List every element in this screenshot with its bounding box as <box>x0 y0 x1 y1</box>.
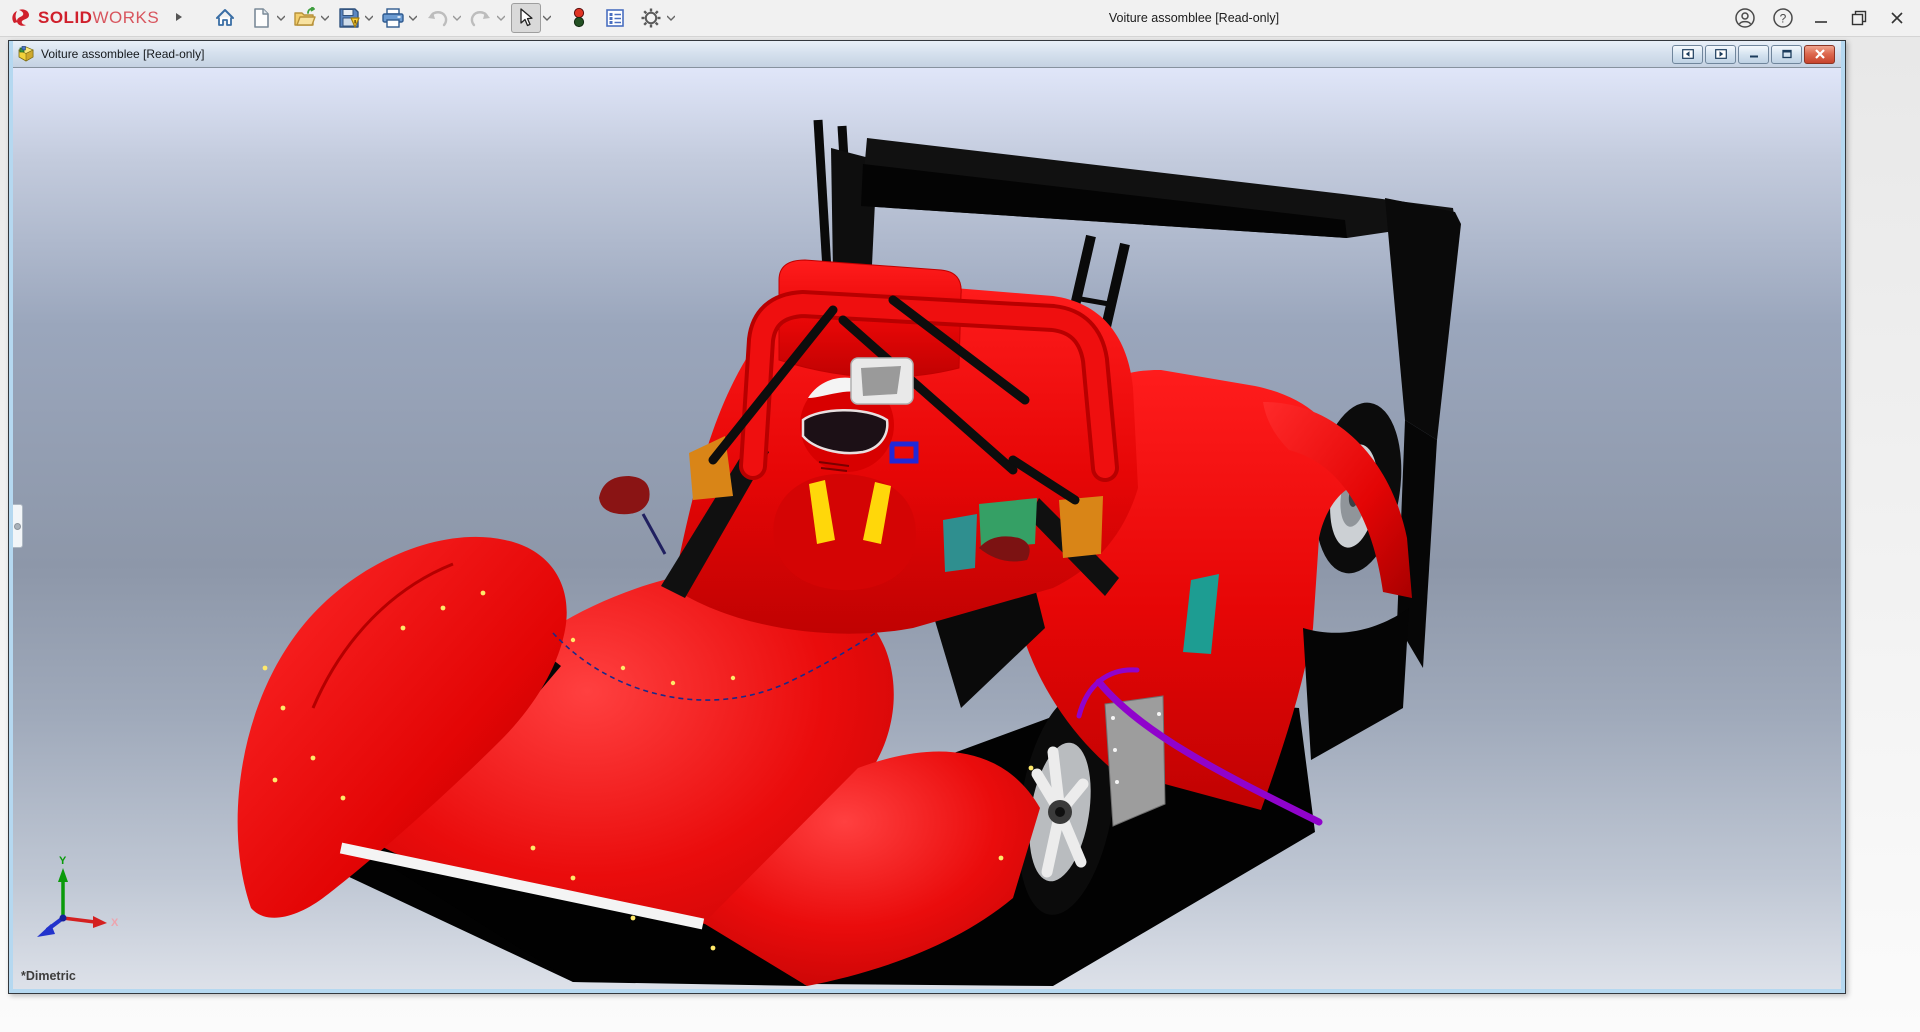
open-folder-icon <box>293 7 317 29</box>
select-cursor-icon <box>517 8 535 28</box>
help-circle-icon: ? <box>1772 7 1794 29</box>
pane-expand-right-button[interactable] <box>1705 45 1736 64</box>
close-icon <box>1814 49 1826 59</box>
triad-y-label: Y <box>59 855 67 867</box>
driver-torso <box>773 474 916 590</box>
print-button[interactable] <box>379 4 407 32</box>
interior-panel-teal <box>943 514 977 572</box>
gear-icon <box>640 7 662 29</box>
select-tool-button[interactable] <box>511 3 541 33</box>
traffic-light-icon <box>573 7 585 29</box>
save-button[interactable] <box>335 4 363 32</box>
doc-restore-button[interactable] <box>1771 45 1802 64</box>
document-title-bar[interactable]: Voiture assomblee [Read-only] <box>13 41 1841 67</box>
app-window-controls: ? <box>1730 0 1912 36</box>
open-dropdown[interactable] <box>319 4 331 32</box>
3d-model-race-car[interactable] <box>13 68 1841 990</box>
minimize-icon <box>1814 11 1828 25</box>
open-button[interactable] <box>291 4 319 32</box>
new-document-dropdown[interactable] <box>275 4 287 32</box>
save-dropdown[interactable] <box>363 4 375 32</box>
account-button[interactable] <box>1730 4 1760 32</box>
orientation-triad: Y X <box>29 854 129 949</box>
app-minimize-button[interactable] <box>1806 4 1836 32</box>
triad-x-label: X <box>111 917 119 929</box>
undo-arrow-icon <box>425 8 449 28</box>
side-mirror-left <box>599 476 665 554</box>
doc-close-button[interactable] <box>1804 45 1835 64</box>
document-window-buttons <box>1672 45 1835 64</box>
help-button[interactable]: ? <box>1768 4 1798 32</box>
user-circle-icon <box>1734 7 1756 29</box>
redo-arrow-icon <box>469 8 493 28</box>
rear-underbody-shadow <box>1303 608 1409 760</box>
rear-view-mirror <box>851 358 913 404</box>
toolbar-flyout-arrow[interactable] <box>175 9 183 27</box>
mdi-background: Voiture assomblee [Read-only] <box>0 37 1920 1032</box>
main-toolbar <box>211 3 681 33</box>
app-restore-button[interactable] <box>1844 4 1874 32</box>
save-floppy-icon <box>338 7 360 29</box>
pane-collapse-left-icon <box>1682 49 1694 59</box>
restore-icon <box>1851 10 1867 26</box>
home-icon <box>214 7 236 29</box>
minimize-icon <box>1748 49 1760 59</box>
options-dropdown[interactable] <box>665 4 677 32</box>
print-dropdown[interactable] <box>407 4 419 32</box>
interior-panel-orange-right <box>1059 496 1103 558</box>
display-pane-icon <box>605 8 625 28</box>
solidworks-logo-icon <box>10 7 32 29</box>
document-title: Voiture assomblee [Read-only] <box>41 47 204 61</box>
new-document-icon <box>251 7 271 29</box>
new-document-button[interactable] <box>247 4 275 32</box>
view-orientation-label: *Dimetric <box>21 969 76 983</box>
app-title-bar: SOLIDWORKS <box>0 0 1920 37</box>
document-window: Voiture assomblee [Read-only] <box>8 40 1846 994</box>
graphics-viewport[interactable]: Y X *Dimetric <box>13 67 1841 989</box>
home-button[interactable] <box>211 4 239 32</box>
close-icon <box>1890 11 1904 25</box>
pane-collapse-left-button[interactable] <box>1672 45 1703 64</box>
rebuild-light-button[interactable] <box>565 4 593 32</box>
undo-dropdown[interactable] <box>451 4 463 32</box>
redo-button[interactable] <box>467 4 495 32</box>
helmet-visor <box>803 410 887 453</box>
options-button[interactable] <box>637 4 665 32</box>
doc-minimize-button[interactable] <box>1738 45 1769 64</box>
restore-icon <box>1781 49 1793 59</box>
assembly-document-icon <box>18 46 35 62</box>
display-pane-button[interactable] <box>601 4 629 32</box>
svg-text:?: ? <box>1780 12 1787 26</box>
solidworks-wordmark: SOLIDWORKS <box>38 8 159 28</box>
redo-dropdown[interactable] <box>495 4 507 32</box>
solidworks-logo: SOLIDWORKS <box>10 7 159 29</box>
cockpit[interactable] <box>599 260 1138 634</box>
undo-button[interactable] <box>423 4 451 32</box>
feature-manager-splitter-tab[interactable] <box>13 504 23 548</box>
app-close-button[interactable] <box>1882 4 1912 32</box>
select-tool-dropdown[interactable] <box>541 4 553 32</box>
app-window-title: Voiture assomblee [Read-only] <box>1109 0 1279 36</box>
printer-icon <box>381 7 405 29</box>
pane-expand-right-icon <box>1715 49 1727 59</box>
